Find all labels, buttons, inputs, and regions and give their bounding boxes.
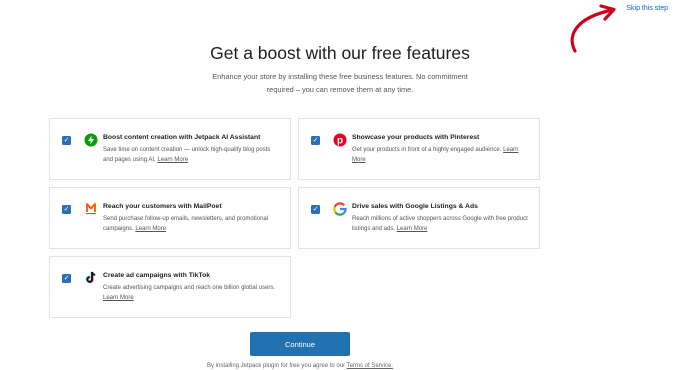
learn-more-link[interactable]: Learn More [157, 157, 188, 163]
learn-more-link[interactable]: Learn More [135, 226, 166, 232]
feature-card-jetpack[interactable]: ✓ Boost content creation with Jetpack AI… [49, 118, 291, 180]
feature-title: Create ad campaigns with TikTok [103, 272, 211, 279]
feature-card-mailpoet[interactable]: ✓ Reach your customers with MailPoet Sen… [49, 187, 291, 249]
feature-description-text: Send purchase follow-up emails, newslett… [103, 216, 269, 232]
feature-title: Boost content creation with Jetpack AI A… [103, 134, 261, 141]
feature-card-google[interactable]: ✓ Drive sales with Google Listings & Ads… [298, 187, 540, 249]
page-subtitle: Enhance your store by installing these f… [150, 71, 530, 96]
feature-card-tiktok[interactable]: ✓ Create ad campaigns with TikTok Create… [49, 256, 291, 318]
learn-more-link[interactable]: Learn More [103, 295, 134, 301]
feature-description: Get your products in front of a highly e… [352, 146, 529, 165]
jetpack-icon [84, 133, 98, 147]
jetpack-checkbox[interactable]: ✓ [62, 136, 71, 145]
feature-card-pinterest[interactable]: ✓ p Showcase your products with Pinteres… [298, 118, 540, 180]
feature-title: Drive sales with Google Listings & Ads [352, 203, 478, 210]
mailpoet-checkbox[interactable]: ✓ [62, 205, 71, 214]
feature-description: Create advertising campaigns and reach o… [103, 284, 280, 303]
tiktok-checkbox[interactable]: ✓ [62, 274, 71, 283]
terms-notice: By installing Jetpack plugin for free yo… [0, 363, 600, 369]
feature-description-text: Reach millions of active shoppers across… [352, 216, 528, 232]
mailpoet-icon [86, 203, 96, 215]
google-icon [333, 202, 347, 216]
google-checkbox[interactable]: ✓ [311, 205, 320, 214]
pinterest-checkbox[interactable]: ✓ [311, 136, 320, 145]
terms-text: By installing Jetpack plugin for free yo… [206, 363, 346, 369]
feature-description: Save time on content creation — unlock h… [103, 146, 280, 165]
page-title: Get a boost with our free features [210, 43, 470, 63]
feature-description: Send purchase follow-up emails, newslett… [103, 215, 280, 234]
feature-description-text: Create advertising campaigns and reach o… [103, 285, 276, 291]
subtitle-line: Enhance your store by installing these f… [212, 72, 468, 81]
feature-title: Reach your customers with MailPoet [103, 203, 222, 210]
pinterest-icon: p [333, 133, 347, 147]
feature-description: Reach millions of active shoppers across… [352, 215, 529, 234]
terms-of-service-link[interactable]: Terms of Service. [347, 363, 393, 369]
skip-step-link[interactable]: Skip this step [626, 5, 668, 12]
continue-button[interactable]: Continue [250, 332, 350, 356]
feature-title: Showcase your products with Pinterest [352, 134, 480, 141]
tiktok-icon [85, 271, 96, 284]
feature-description-text: Get your products in front of a highly e… [352, 147, 502, 153]
svg-text:p: p [337, 136, 343, 147]
subtitle-line: required – you can remove them at any ti… [266, 84, 414, 94]
learn-more-link[interactable]: Learn More [397, 226, 428, 232]
